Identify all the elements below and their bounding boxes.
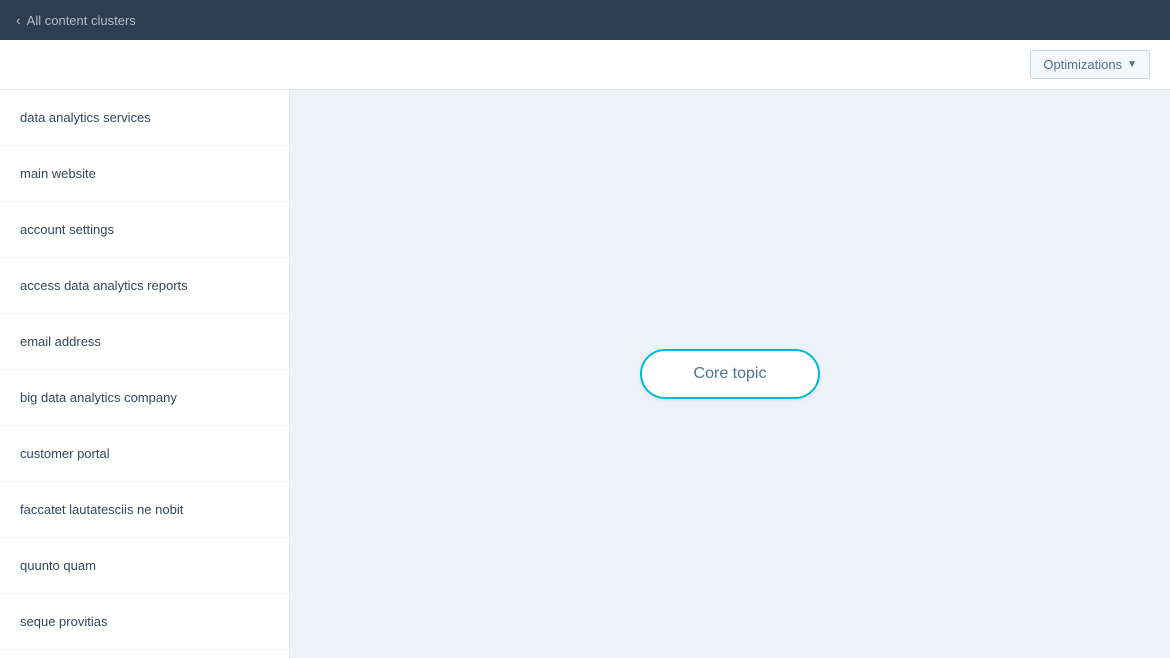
list-item[interactable]: email address — [0, 314, 289, 370]
list-item[interactable]: lestium estor reptaerum — [0, 650, 289, 658]
list-item[interactable]: customer portal — [0, 426, 289, 482]
toolbar: Optimizations ▼ — [0, 40, 1170, 90]
list-item[interactable]: access data analytics reports — [0, 258, 289, 314]
chevron-down-icon: ▼ — [1127, 59, 1137, 70]
top-nav: ‹ All content clusters — [0, 0, 1170, 40]
optimizations-button[interactable]: Optimizations ▼ — [1030, 50, 1150, 79]
list-item[interactable]: quunto quam — [0, 538, 289, 594]
main-content: data analytics servicesmain websiteaccou… — [0, 90, 1170, 658]
core-topic-node[interactable]: Core topic — [640, 349, 820, 399]
back-link-label: All content clusters — [27, 13, 136, 28]
list-item[interactable]: account settings — [0, 202, 289, 258]
optimizations-label: Optimizations — [1043, 57, 1122, 72]
list-item[interactable]: seque provitias — [0, 594, 289, 650]
canvas-area: Core topic — [290, 90, 1170, 658]
list-item[interactable]: faccatet lautatesciis ne nobit — [0, 482, 289, 538]
back-link[interactable]: ‹ All content clusters — [16, 12, 136, 28]
list-item[interactable]: big data analytics company — [0, 370, 289, 426]
back-arrow-icon: ‹ — [16, 12, 21, 28]
core-topic-label: Core topic — [694, 365, 767, 383]
list-item[interactable]: main website — [0, 146, 289, 202]
sidebar-list: data analytics servicesmain websiteaccou… — [0, 90, 290, 658]
list-item[interactable]: data analytics services — [0, 90, 289, 146]
